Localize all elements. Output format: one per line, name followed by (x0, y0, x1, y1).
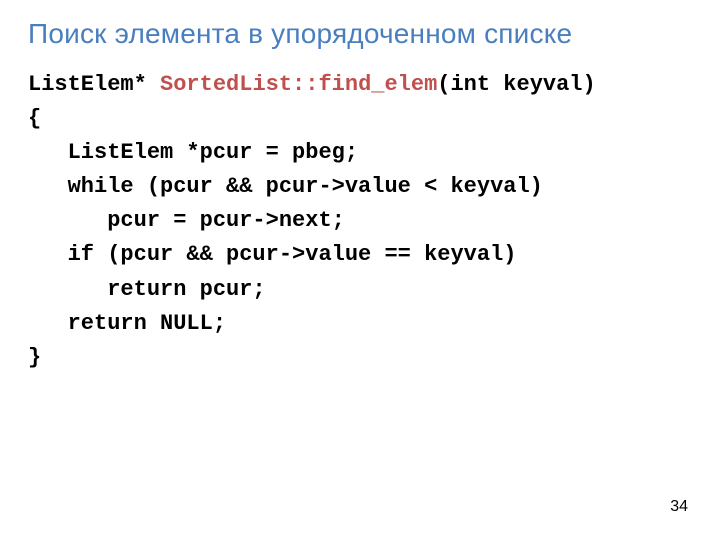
slide: Поиск элемента в упорядоченном списке Li… (0, 0, 720, 540)
code-line-3: ListElem *pcur = pbeg; (28, 140, 358, 165)
code-highlight-fnname: SortedList::find_elem (160, 72, 437, 97)
code-line-1a: ListElem* (28, 72, 160, 97)
code-line-2: { (28, 106, 41, 131)
code-line-9: } (28, 345, 41, 370)
code-block: ListElem* SortedList::find_elem(int keyv… (28, 68, 692, 375)
code-line-6: if (pcur && pcur->value == keyval) (28, 242, 516, 267)
code-line-8: return NULL; (28, 311, 226, 336)
slide-title: Поиск элемента в упорядоченном списке (28, 18, 692, 50)
code-line-5: pcur = pcur->next; (28, 208, 345, 233)
page-number: 34 (670, 498, 688, 516)
code-line-1c: (int keyval) (437, 72, 595, 97)
code-line-7: return pcur; (28, 277, 266, 302)
code-line-4: while (pcur && pcur->value < keyval) (28, 174, 543, 199)
